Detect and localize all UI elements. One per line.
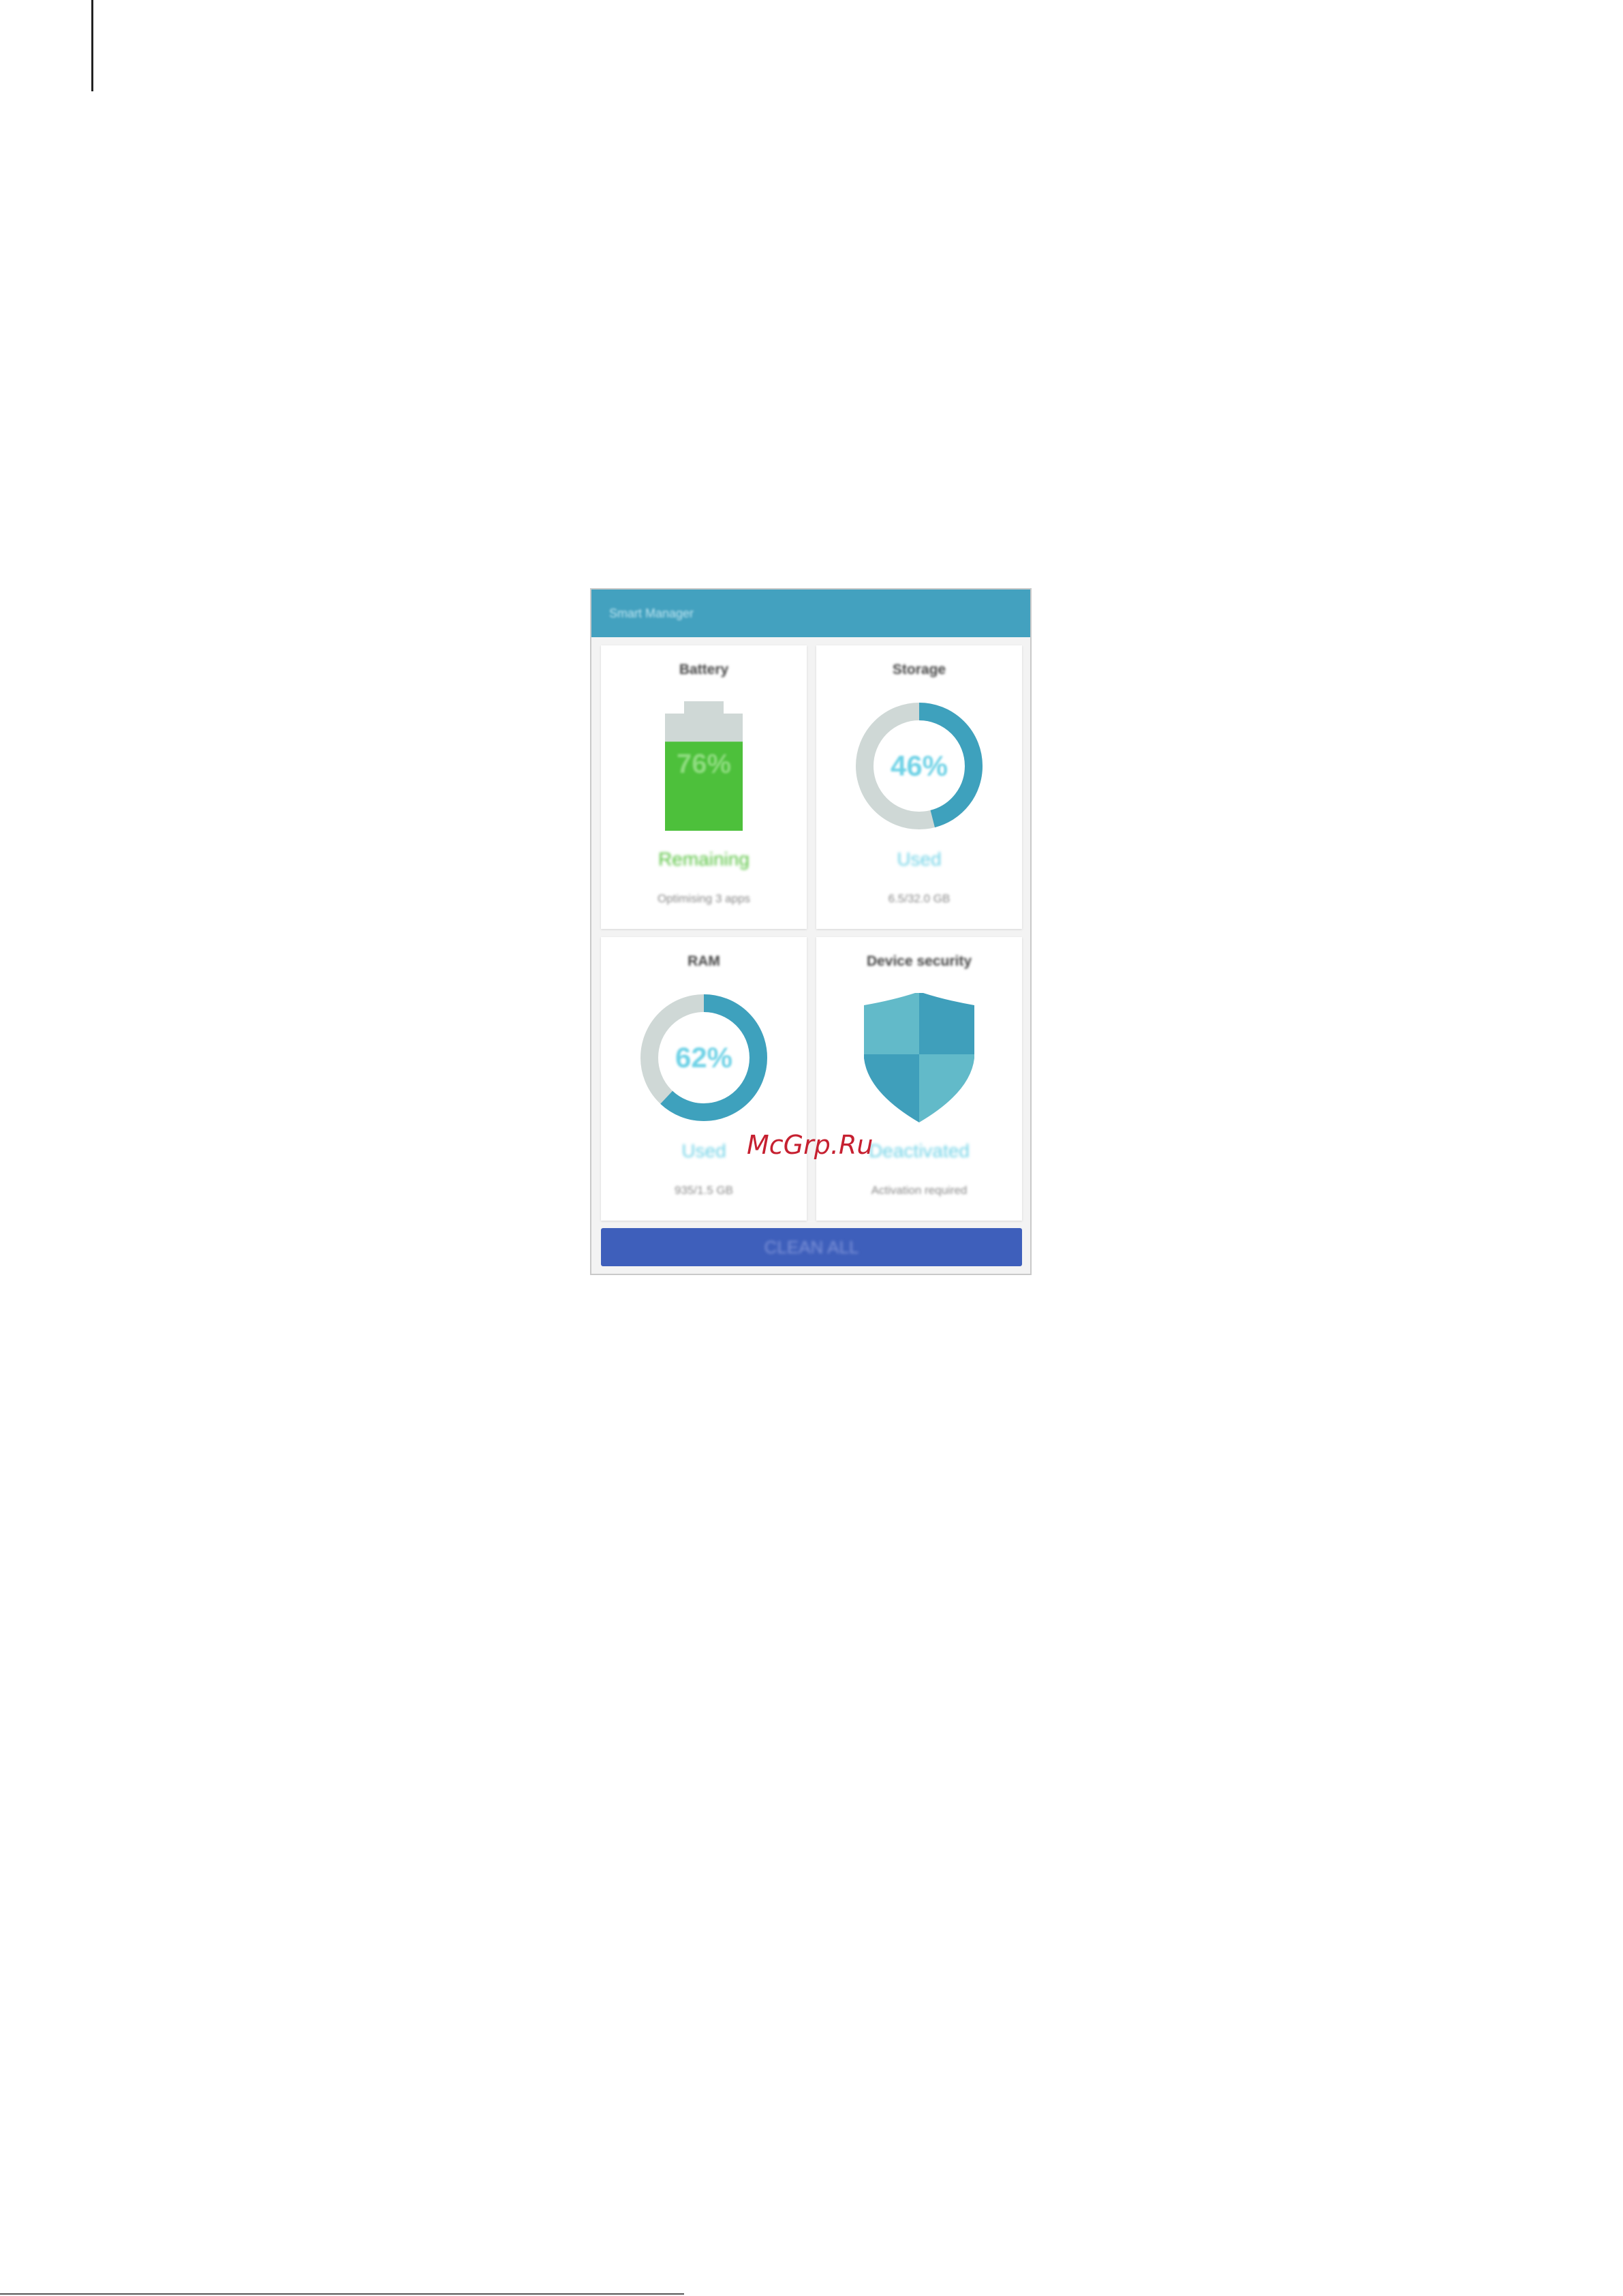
- app-bar: Smart Manager: [591, 590, 1030, 637]
- security-detail: Activation required: [871, 1184, 968, 1197]
- ram-detail: 935/1.5 GB: [674, 1184, 733, 1197]
- phone-screenshot: Smart Manager Battery 76% Remaining Opti…: [590, 588, 1032, 1275]
- watermark-text: McGrp.Ru: [747, 1130, 874, 1160]
- storage-status: Used: [897, 848, 942, 870]
- battery-card[interactable]: Battery 76% Remaining Optimising 3 apps: [601, 645, 807, 929]
- battery-icon: 76%: [639, 701, 769, 831]
- storage-percent: 46%: [891, 750, 948, 782]
- ram-title: RAM: [687, 953, 720, 969]
- security-title: Device security: [866, 953, 972, 969]
- battery-detail: Optimising 3 apps: [657, 892, 751, 905]
- app-title: Smart Manager: [609, 607, 694, 620]
- storage-card[interactable]: Storage 46% Used 6.5/32.0 GB: [816, 645, 1022, 929]
- battery-percent: 76%: [677, 749, 731, 779]
- storage-ring: 46%: [854, 701, 984, 831]
- ram-card[interactable]: RAM 62% Used 935/1.5 GB: [601, 937, 807, 1221]
- ram-percent: 62%: [675, 1041, 732, 1073]
- clean-all-button[interactable]: CLEAN ALL: [601, 1228, 1022, 1266]
- storage-detail: 6.5/32.0 GB: [888, 892, 950, 905]
- ram-ring: 62%: [639, 993, 769, 1122]
- device-security-card[interactable]: Device security Deactivated Activation r…: [816, 937, 1022, 1221]
- page-footer-rule: [0, 2293, 684, 2295]
- shield-icon: [854, 992, 984, 1122]
- storage-title: Storage: [892, 662, 946, 677]
- battery-title: Battery: [679, 662, 729, 677]
- clean-all-label: CLEAN ALL: [764, 1236, 859, 1257]
- battery-status: Remaining: [658, 848, 749, 870]
- page-margin-rule: [91, 0, 93, 91]
